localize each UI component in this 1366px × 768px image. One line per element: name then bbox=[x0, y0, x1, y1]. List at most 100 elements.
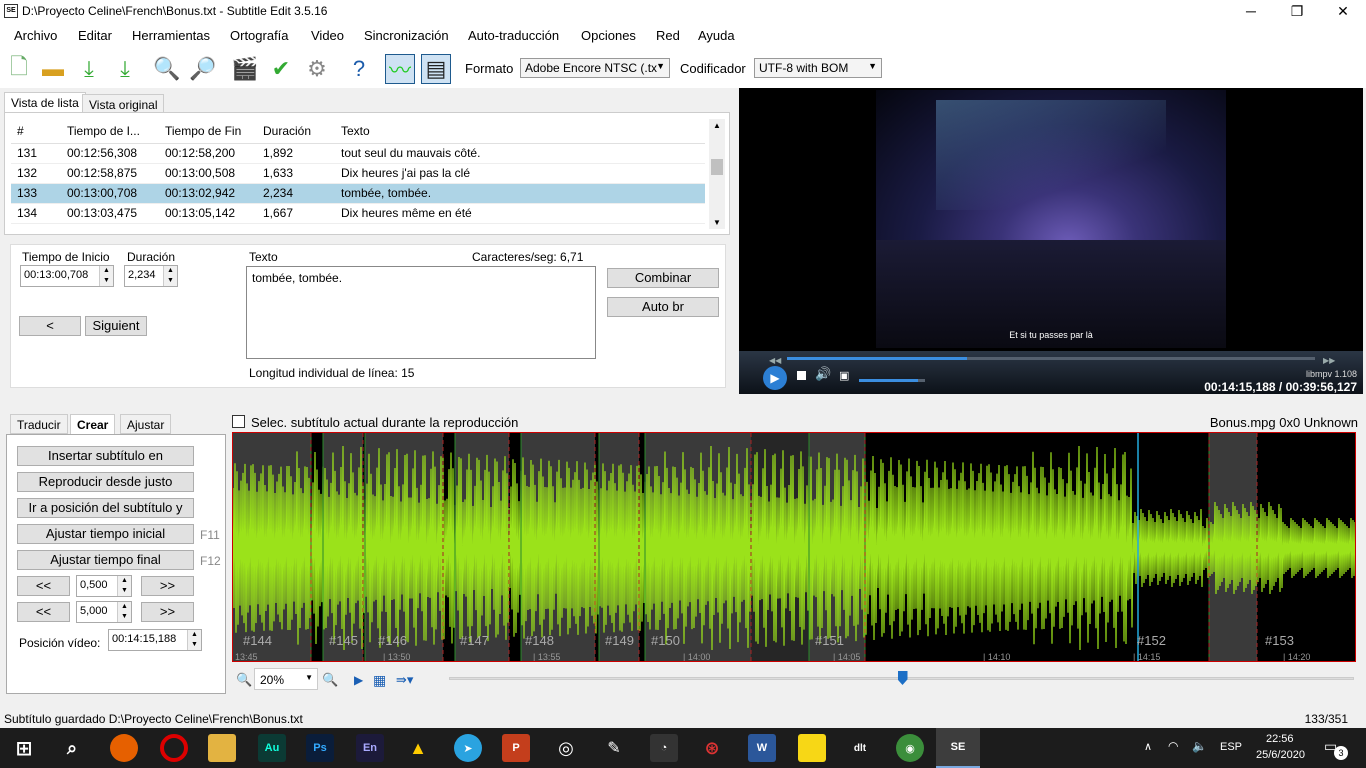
encoding-select[interactable]: UTF-8 with BOM ▼ bbox=[754, 58, 882, 78]
dlt-app-icon[interactable]: dlt bbox=[846, 734, 874, 762]
windows-start-icon[interactable]: ⊞ bbox=[10, 734, 38, 762]
step-large-input[interactable]: 5,000 ▲ ▼ bbox=[76, 601, 132, 623]
photoshop-icon[interactable]: Ps bbox=[306, 734, 334, 762]
spellcheck-icon[interactable]: ✔ bbox=[266, 54, 296, 84]
vlc-icon[interactable]: ▲ bbox=[404, 734, 432, 762]
save-icon[interactable]: ⤓ bbox=[74, 54, 104, 84]
encore-icon[interactable]: En bbox=[356, 734, 384, 762]
spinner-arrows-icon[interactable]: ▲ ▼ bbox=[117, 576, 131, 596]
set-end-button[interactable]: Ajustar tiempo final bbox=[17, 550, 194, 570]
chevron-down-icon[interactable]: ▼ bbox=[713, 218, 721, 227]
maximize-button[interactable]: ❐ bbox=[1274, 0, 1320, 24]
scroll-thumb[interactable] bbox=[711, 159, 723, 175]
lifebuoy-icon[interactable]: ⊛ bbox=[698, 734, 726, 762]
text-editor[interactable]: tombée, tombée. bbox=[246, 266, 596, 359]
next-button[interactable]: Siguient bbox=[85, 316, 147, 336]
rewind-icon[interactable]: ◀◀ bbox=[769, 356, 781, 365]
video-toggle-icon[interactable]: ▤ bbox=[421, 54, 451, 84]
search-icon[interactable]: 🔍 bbox=[152, 54, 182, 84]
firefox-icon[interactable] bbox=[110, 734, 138, 762]
spinner-arrows-icon[interactable]: ▲ ▼ bbox=[163, 266, 177, 286]
menu-herramientas[interactable]: Herramientas bbox=[132, 28, 210, 43]
waveform-canvas[interactable]: #144 #145 #146 #147 #148 #149 #150 #151 #152 #153… bbox=[233, 433, 1356, 662]
menu-autotraduccion[interactable]: Auto-traducción bbox=[468, 28, 559, 43]
play-from-button[interactable]: Reproducir desde justo bbox=[17, 472, 194, 492]
clock-date[interactable]: 25/6/2020 bbox=[1256, 749, 1305, 761]
replace-icon[interactable]: 🔎 bbox=[188, 54, 218, 84]
menu-red[interactable]: Red bbox=[656, 28, 680, 43]
menu-editar[interactable]: Editar bbox=[78, 28, 112, 43]
step-forward-large-button[interactable]: >> bbox=[141, 602, 194, 622]
tab-create[interactable]: Crear bbox=[70, 414, 116, 434]
table-row[interactable]: 131 00:12:56,308 00:12:58,200 1,892 tout seu… bbox=[11, 143, 705, 164]
format-select[interactable]: Adobe Encore NTSC (.tx ▼ bbox=[520, 58, 670, 78]
search-icon[interactable]: ⌕ bbox=[58, 734, 86, 762]
word-icon[interactable]: W bbox=[748, 734, 776, 762]
menu-ortografia[interactable]: Ortografía bbox=[230, 28, 289, 43]
tab-translate[interactable]: Traducir bbox=[10, 414, 68, 434]
file-explorer-icon[interactable] bbox=[208, 734, 236, 762]
table-row-selected[interactable]: 133 00:13:00,708 00:13:02,942 2,234 tombée, … bbox=[11, 183, 705, 204]
globe-app-icon[interactable]: ◉ bbox=[896, 734, 924, 762]
waveform-toggle-icon[interactable]: 〰 bbox=[385, 54, 415, 84]
duration-input[interactable]: 2,234 ▲ ▼ bbox=[124, 265, 178, 287]
step-back-button[interactable]: << bbox=[17, 576, 70, 596]
disc-icon[interactable]: ◎ bbox=[552, 734, 580, 762]
visual-sync-icon[interactable]: 🎬 bbox=[230, 54, 260, 84]
tab-adjust[interactable]: Ajustar bbox=[120, 414, 172, 434]
volume-slider[interactable] bbox=[859, 379, 925, 382]
tab-list-view[interactable]: Vista de lista bbox=[4, 92, 86, 112]
table-row[interactable]: 132 00:12:58,875 00:13:00,508 1,633 Dix heur… bbox=[11, 163, 705, 184]
fullscreen-icon[interactable]: ▣ bbox=[839, 369, 849, 382]
step-forward-button[interactable]: >> bbox=[141, 576, 194, 596]
grid-icon[interactable]: ▦ bbox=[373, 672, 386, 689]
spinner-arrows-icon[interactable]: ▲ ▼ bbox=[187, 630, 201, 650]
goto-position-button[interactable]: Ir a posición del subtítulo y bbox=[17, 498, 194, 518]
table-row[interactable]: 134 00:13:03,475 00:13:05,142 1,667 Dix heur… bbox=[11, 203, 705, 224]
sync-checkbox[interactable] bbox=[232, 415, 245, 428]
col-number[interactable]: # bbox=[11, 119, 61, 144]
play-icon[interactable]: ▶ bbox=[763, 366, 787, 390]
zoom-in-icon[interactable]: 🔍 bbox=[322, 672, 338, 688]
menu-video[interactable]: Video bbox=[311, 28, 344, 43]
close-button[interactable]: ✕ bbox=[1320, 0, 1366, 24]
video-progress[interactable] bbox=[787, 357, 1315, 360]
col-text[interactable]: Texto bbox=[335, 119, 705, 144]
zoom-select[interactable]: 20% ▼ bbox=[254, 668, 318, 690]
te-app-icon[interactable]: ◔ bbox=[650, 734, 678, 762]
waveform[interactable]: #144 #145 #146 #147 #148 #149 #150 #151 #152 #153… bbox=[232, 432, 1356, 662]
telegram-icon[interactable]: ➤ bbox=[454, 734, 482, 762]
volume-icon[interactable]: 🔊 bbox=[815, 366, 831, 382]
insert-subtitle-button[interactable]: Insertar subtítulo en bbox=[17, 446, 194, 466]
play-icon[interactable]: ▶ bbox=[354, 673, 363, 687]
settings-icon[interactable]: ⚙ bbox=[302, 54, 332, 84]
slider-thumb[interactable] bbox=[897, 671, 908, 685]
tray-chevron-icon[interactable]: ∧ bbox=[1144, 740, 1152, 753]
col-start[interactable]: Tiempo de I... bbox=[61, 119, 159, 144]
menu-opciones[interactable]: Opciones bbox=[581, 28, 636, 43]
help-icon[interactable]: ? bbox=[344, 54, 374, 84]
audition-icon[interactable]: Au bbox=[258, 734, 286, 762]
save-as-icon[interactable]: ⤓ bbox=[110, 54, 140, 84]
auto-br-button[interactable]: Auto br bbox=[607, 297, 719, 317]
tab-original-view[interactable]: Vista original bbox=[82, 94, 165, 114]
start-time-input[interactable]: 00:13:00,708 ▲ ▼ bbox=[20, 265, 114, 287]
minimize-button[interactable]: ─ bbox=[1228, 0, 1274, 24]
opera-icon[interactable] bbox=[160, 734, 188, 762]
step-small-input[interactable]: 0,500 ▲ ▼ bbox=[76, 575, 132, 597]
combine-button[interactable]: Combinar bbox=[607, 268, 719, 288]
stop-icon[interactable] bbox=[797, 371, 806, 380]
prev-button[interactable]: < bbox=[19, 316, 81, 336]
next-icon[interactable]: ⇛▾ bbox=[396, 672, 413, 688]
col-end[interactable]: Tiempo de Fin bbox=[159, 119, 257, 144]
volume-icon[interactable]: 🔈 bbox=[1192, 739, 1207, 753]
subtitle-edit-taskbar-icon[interactable]: SE bbox=[936, 728, 980, 768]
waveform-position-slider[interactable] bbox=[449, 671, 1354, 685]
video-player[interactable]: Et si tu passes par là ◀◀ ▶▶ ▶ 🔊 ▣ libmp… bbox=[739, 88, 1363, 394]
menu-ayuda[interactable]: Ayuda bbox=[698, 28, 735, 43]
spinner-arrows-icon[interactable]: ▲ ▼ bbox=[99, 266, 113, 286]
clock-time[interactable]: 22:56 bbox=[1266, 733, 1294, 745]
menu-archivo[interactable]: Archivo bbox=[14, 28, 57, 43]
menu-sincronizacion[interactable]: Sincronización bbox=[364, 28, 449, 43]
set-start-button[interactable]: Ajustar tiempo inicial bbox=[17, 524, 194, 544]
